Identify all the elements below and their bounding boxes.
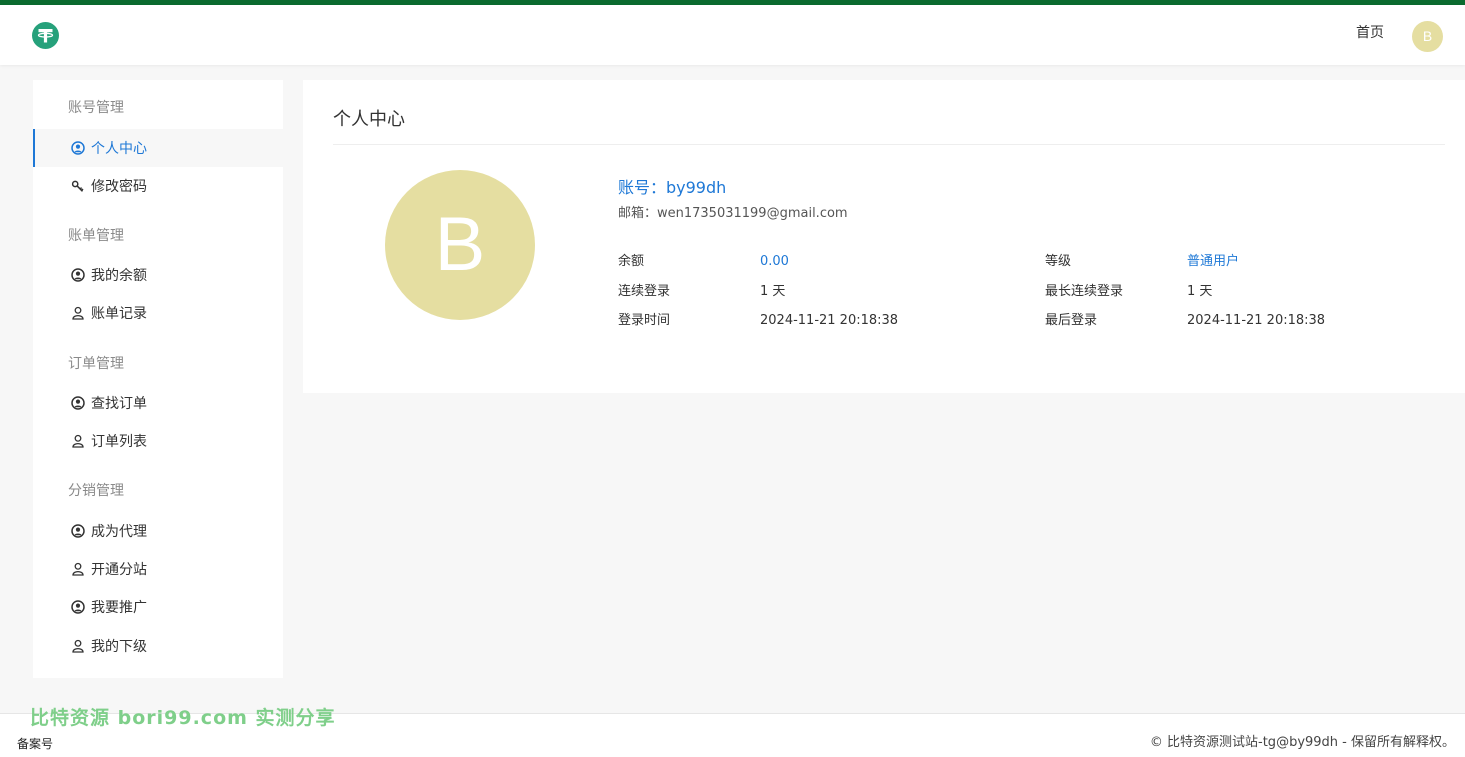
user-circle-icon: [71, 524, 85, 538]
sidebar-item-label: 修改密码: [91, 179, 147, 195]
sidebar-group-orders: 订单管理: [68, 356, 124, 372]
sidebar-item-my-subordinates[interactable]: 我的下级: [33, 627, 283, 665]
user-outline-icon: [71, 639, 85, 653]
profile-avatar: B: [385, 170, 535, 320]
sidebar-item-profile[interactable]: 个人中心: [33, 129, 283, 167]
sidebar: 账号管理 个人中心 修改密码 账单管理 我的余额 账单记录 订单管理 查找订单: [33, 80, 283, 678]
sidebar-item-label: 我的下级: [91, 639, 147, 655]
streak-value: 1 天: [760, 284, 786, 299]
divider: [333, 144, 1445, 145]
user-circle-icon: [71, 268, 85, 282]
sidebar-item-label: 我的余额: [91, 268, 147, 284]
sidebar-item-balance[interactable]: 我的余额: [33, 256, 283, 294]
sidebar-item-bill-records[interactable]: 账单记录: [33, 294, 283, 332]
footer: 比特资源 bori99.com 实测分享 备案号 © 比特资源测试站-tg@by…: [0, 707, 1465, 757]
user-outline-icon: [71, 562, 85, 576]
tether-logo-icon[interactable]: [32, 22, 59, 49]
avatar[interactable]: B: [1412, 21, 1443, 52]
user-circle-icon: [71, 141, 85, 155]
level-label: 等级: [1045, 254, 1072, 269]
user-outline-icon: [71, 434, 85, 448]
sidebar-group-billing: 账单管理: [68, 228, 124, 244]
beian-link[interactable]: 备案号: [17, 735, 53, 753]
last-login-value: 2024-11-21 20:18:38: [1187, 313, 1326, 328]
sidebar-item-label: 订单列表: [91, 434, 147, 450]
balance-value: 0.00: [760, 254, 789, 269]
sidebar-item-change-password[interactable]: 修改密码: [33, 167, 283, 205]
balance-label: 余额: [618, 254, 645, 269]
streak-label: 连续登录: [618, 284, 671, 299]
account-email: 邮箱：wen1735031199@gmail.com: [618, 206, 848, 221]
nav-home-link[interactable]: 首页: [1340, 23, 1400, 43]
sidebar-item-label: 账单记录: [91, 306, 147, 322]
login-time-value: 2024-11-21 20:18:38: [760, 313, 899, 328]
sidebar-group-distribution: 分销管理: [68, 483, 124, 499]
sidebar-item-label: 成为代理: [91, 524, 147, 540]
header: 首页 B: [0, 5, 1465, 65]
login-time-label: 登录时间: [618, 313, 671, 328]
user-outline-icon: [71, 306, 85, 320]
page-title: 个人中心: [333, 109, 405, 130]
sidebar-item-label: 个人中心: [91, 141, 147, 157]
sidebar-item-label: 我要推广: [91, 600, 147, 616]
sidebar-item-find-order[interactable]: 查找订单: [33, 384, 283, 422]
sidebar-item-label: 查找订单: [91, 396, 147, 412]
sidebar-item-label: 开通分站: [91, 562, 147, 578]
copyright: © 比特资源测试站-tg@by99dh - 保留所有解释权。: [1149, 735, 1455, 750]
watermark: 比特资源 bori99.com 实测分享: [30, 707, 336, 729]
sidebar-item-promote[interactable]: 我要推广: [33, 588, 283, 626]
level-value[interactable]: 普通用户: [1187, 252, 1239, 272]
sidebar-item-become-agent[interactable]: 成为代理: [33, 512, 283, 550]
max-streak-value: 1 天: [1187, 284, 1213, 299]
profile-panel: 个人中心 B 账号：by99dh 邮箱：wen1735031199@gmail.…: [303, 80, 1465, 393]
max-streak-label: 最长连续登录: [1045, 284, 1124, 299]
user-circle-icon: [71, 600, 85, 614]
account-name: 账号：by99dh: [618, 178, 727, 197]
last-login-label: 最后登录: [1045, 313, 1098, 328]
user-circle-icon: [71, 396, 85, 410]
sidebar-group-account: 账号管理: [68, 100, 124, 116]
key-icon: [71, 179, 85, 193]
sidebar-item-open-substation[interactable]: 开通分站: [33, 550, 283, 588]
sidebar-item-order-list[interactable]: 订单列表: [33, 422, 283, 460]
